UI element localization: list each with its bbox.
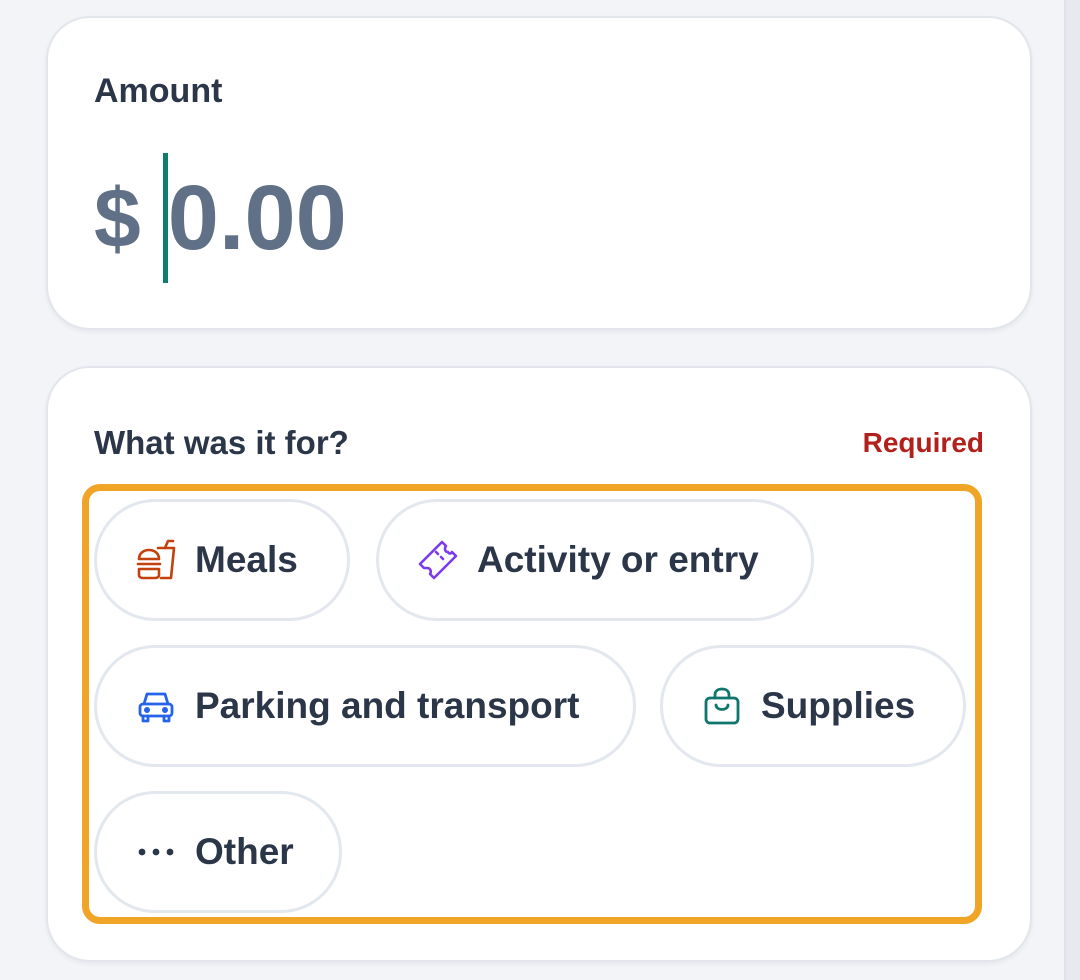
category-title: What was it for? — [94, 424, 349, 461]
category-label-activity: Activity or entry — [477, 539, 759, 580]
category-option-activity[interactable]: Activity or entry — [376, 499, 814, 621]
meals-icon — [133, 537, 179, 583]
shopping-bag-icon — [699, 683, 745, 729]
category-label-supplies: Supplies — [761, 685, 916, 726]
category-label-meals: Meals — [195, 539, 298, 580]
category-option-meals[interactable]: Meals — [94, 499, 350, 621]
category-header: What was it for? Required — [94, 424, 984, 462]
amount-input[interactable] — [167, 158, 568, 278]
amount-field[interactable]: $ — [94, 152, 568, 284]
scrollbar[interactable] — [1064, 0, 1080, 980]
category-option-other[interactable]: Other — [94, 791, 342, 913]
more-icon — [133, 829, 179, 875]
currency-symbol: $ — [94, 171, 141, 265]
category-label-parking: Parking and transport — [195, 685, 580, 726]
amount-card: Amount $ — [46, 16, 1032, 330]
car-icon — [133, 683, 179, 729]
category-label-other: Other — [195, 831, 294, 872]
required-badge: Required — [862, 427, 984, 458]
category-options: Meals Activity or entry Parking and tran… — [82, 484, 982, 924]
expense-form-page: Amount $ What was it for? Required — [0, 0, 1080, 980]
ticket-icon — [415, 537, 461, 583]
amount-label: Amount — [94, 72, 223, 110]
category-option-parking[interactable]: Parking and transport — [94, 645, 636, 767]
category-option-supplies[interactable]: Supplies — [660, 645, 966, 767]
category-card: What was it for? Required Meals Activity… — [46, 366, 1032, 962]
